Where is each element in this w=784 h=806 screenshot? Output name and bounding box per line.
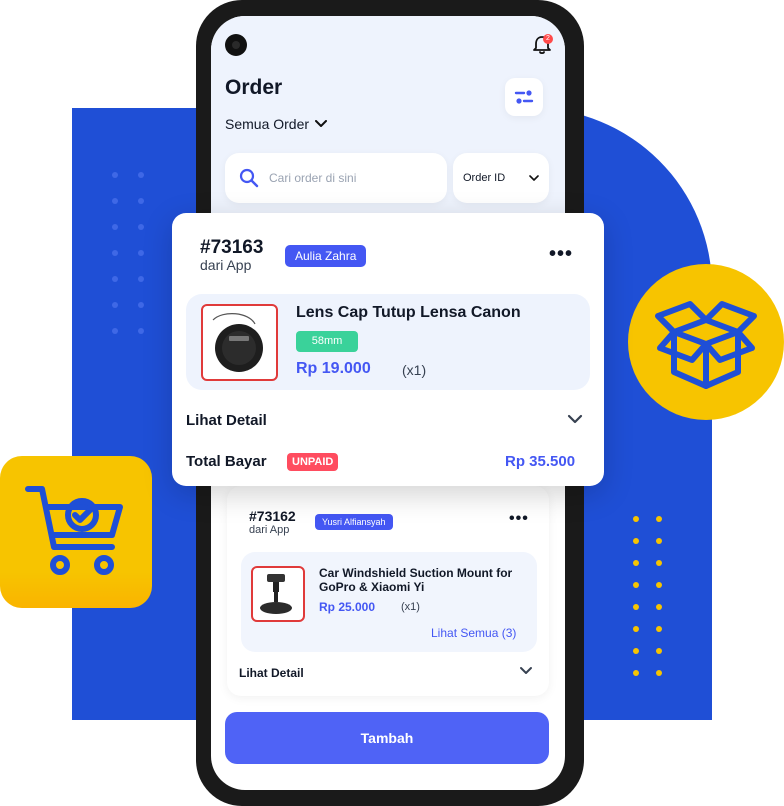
box-icon: [655, 301, 757, 389]
product-image: [201, 304, 278, 381]
order-id: #73163: [200, 237, 264, 258]
box-badge: [628, 264, 784, 420]
see-detail-toggle[interactable]: Lihat Detail: [239, 666, 304, 680]
product-name: Car Windshield Suction Mount for GoPro &…: [319, 566, 513, 594]
order-filter-dropdown[interactable]: Semua Order: [225, 116, 328, 132]
decorative-dots-blue: [112, 172, 164, 354]
filter-icon: [514, 90, 534, 104]
filter-button[interactable]: [505, 78, 543, 116]
cart-badge: [0, 456, 152, 608]
lens-cap-icon: [212, 313, 263, 372]
suction-mount-icon: [260, 574, 292, 614]
product-variant: 58mm: [296, 331, 358, 352]
order-card-highlight[interactable]: #73163 dari App Aulia Zahra ••• Lens Cap…: [172, 213, 604, 486]
search-field-select[interactable]: Order ID: [453, 153, 549, 203]
product-image: [251, 566, 305, 622]
order-filter-label: Semua Order: [225, 116, 310, 132]
customer-tag: Aulia Zahra: [285, 245, 367, 267]
chevron-down-icon[interactable]: [519, 666, 533, 676]
more-options-button[interactable]: •••: [549, 243, 573, 266]
product-price: Rp 19.000: [296, 360, 371, 377]
order-card[interactable]: #73162 dari App Yusri Alfiansyah ••• Car…: [227, 486, 549, 696]
chevron-down-icon: [529, 175, 539, 181]
order-source: dari App: [200, 257, 252, 273]
decorative-dots-yellow: [633, 516, 679, 692]
search-field-value: Order ID: [463, 172, 506, 184]
notification-badge: 2: [543, 34, 553, 44]
status-badge: UNPAID: [287, 453, 339, 471]
order-source: dari App: [249, 524, 290, 536]
order-id: #73162: [249, 508, 296, 524]
cart-check-icon: [25, 486, 123, 575]
chevron-down-icon: [315, 120, 328, 127]
product-price: Rp 25.000: [319, 600, 376, 614]
total-label: Total Bayar: [186, 453, 267, 470]
chevron-down-icon[interactable]: [567, 413, 583, 425]
product-item[interactable]: Car Windshield Suction Mount for GoPro &…: [241, 552, 537, 652]
product-quantity: (x1): [402, 362, 427, 378]
search-icon: [239, 168, 259, 188]
more-options-button[interactable]: •••: [509, 510, 529, 528]
product-quantity: (x1): [401, 601, 420, 613]
search-placeholder: Cari order di sini: [269, 171, 357, 185]
see-detail-toggle[interactable]: Lihat Detail: [186, 412, 267, 429]
product-name: Lens Cap Tutup Lensa Canon: [296, 304, 521, 321]
total-amount: Rp 35.500: [505, 453, 576, 470]
camera: [225, 34, 247, 56]
customer-tag: Yusri Alfiansyah: [315, 514, 393, 530]
search-box[interactable]: Cari order di sini: [225, 153, 447, 203]
page-title: Order: [225, 76, 283, 99]
see-all-link[interactable]: Lihat Semua (3): [431, 626, 516, 640]
add-order-button[interactable]: Tambah: [225, 712, 549, 764]
product-item[interactable]: Lens Cap Tutup Lensa Canon 58mm Rp 19.00…: [186, 294, 590, 390]
